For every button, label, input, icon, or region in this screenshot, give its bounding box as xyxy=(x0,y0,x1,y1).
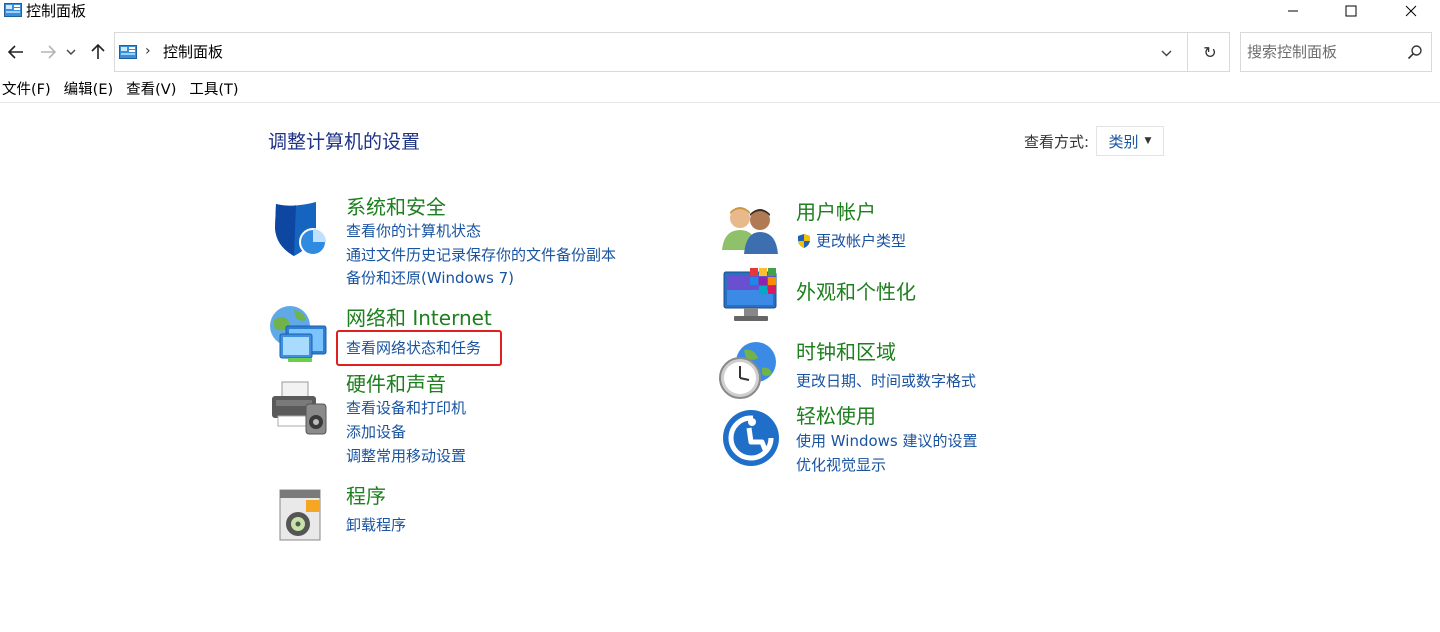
view-by-label: 查看方式: xyxy=(1024,133,1090,151)
link-change-date-time-format[interactable]: 更改日期、时间或数字格式 xyxy=(796,371,976,391)
close-button[interactable] xyxy=(1382,0,1440,22)
users-icon[interactable] xyxy=(720,200,780,260)
forward-arrow-icon xyxy=(41,45,56,59)
category-system-security[interactable]: 系统和安全 xyxy=(346,195,446,219)
window-title: 控制面板 xyxy=(26,2,87,20)
control-panel-icon xyxy=(119,45,137,59)
search-box[interactable] xyxy=(1240,32,1432,72)
clock-globe-icon[interactable] xyxy=(718,340,778,400)
chevron-down-icon xyxy=(66,49,76,55)
back-arrow-icon xyxy=(8,45,23,59)
address-dropdown-button[interactable] xyxy=(1155,43,1177,63)
network-icon[interactable] xyxy=(268,304,328,364)
maximize-icon xyxy=(1345,5,1357,17)
category-network-internet[interactable]: 网络和 Internet xyxy=(346,306,492,330)
menu-bar: 文件(F) 编辑(E) 查看(V) 工具(T) xyxy=(0,80,251,102)
link-devices-printers[interactable]: 查看设备和打印机 xyxy=(346,398,466,418)
programs-icon[interactable] xyxy=(272,484,332,544)
caret-down-icon: ▼ xyxy=(1144,136,1152,146)
control-panel-icon xyxy=(4,3,22,17)
forward-button[interactable] xyxy=(38,42,58,62)
link-backup-restore[interactable]: 备份和还原(Windows 7) xyxy=(346,268,514,288)
link-change-account-type[interactable]: 更改帐户类型 xyxy=(796,231,906,251)
up-button[interactable] xyxy=(88,42,108,62)
close-icon xyxy=(1405,5,1417,17)
title-bar: 控制面板 xyxy=(0,0,1440,22)
search-icon[interactable] xyxy=(1407,44,1423,60)
address-bar[interactable]: › 控制面板 ↻ xyxy=(114,32,1230,72)
refresh-button[interactable]: ↻ xyxy=(1199,41,1221,63)
view-by-dropdown[interactable]: 类别 ▼ xyxy=(1096,126,1164,156)
link-windows-suggested-settings[interactable]: 使用 Windows 建议的设置 xyxy=(796,431,978,451)
menu-tools[interactable]: 工具(T) xyxy=(188,80,238,102)
link-uninstall-program[interactable]: 卸载程序 xyxy=(346,515,406,535)
back-button[interactable] xyxy=(6,42,26,62)
category-appearance-personalization[interactable]: 外观和个性化 xyxy=(796,280,916,304)
category-ease-of-access[interactable]: 轻松使用 xyxy=(796,404,876,428)
monitor-icon[interactable] xyxy=(722,266,782,326)
breadcrumb[interactable]: 控制面板 xyxy=(163,42,223,62)
view-by-value: 类别 xyxy=(1108,132,1139,151)
link-mobility-settings[interactable]: 调整常用移动设置 xyxy=(346,446,466,466)
minimize-button[interactable] xyxy=(1264,0,1322,22)
highlight-box xyxy=(336,330,502,366)
menu-file[interactable]: 文件(F) xyxy=(0,80,51,102)
maximize-button[interactable] xyxy=(1322,0,1380,22)
accessibility-icon[interactable] xyxy=(722,408,782,468)
address-divider xyxy=(1187,33,1188,71)
uac-shield-icon xyxy=(798,234,810,248)
refresh-icon: ↻ xyxy=(1203,42,1217,62)
up-arrow-icon xyxy=(91,44,105,59)
menu-divider xyxy=(0,102,1440,103)
link-optimize-visual-display[interactable]: 优化视觉显示 xyxy=(796,455,886,475)
link-change-account-type-label: 更改帐户类型 xyxy=(816,232,907,250)
breadcrumb-separator[interactable]: › xyxy=(145,43,151,59)
search-input[interactable] xyxy=(1247,41,1397,63)
link-add-device[interactable]: 添加设备 xyxy=(346,422,406,442)
category-programs[interactable]: 程序 xyxy=(346,484,386,508)
menu-view[interactable]: 查看(V) xyxy=(125,80,176,102)
minimize-icon xyxy=(1288,10,1298,12)
link-view-computer-status[interactable]: 查看你的计算机状态 xyxy=(346,221,481,241)
recent-locations-button[interactable] xyxy=(64,42,78,62)
shield-icon[interactable] xyxy=(270,198,330,258)
page-title: 调整计算机的设置 xyxy=(268,131,421,153)
chevron-down-icon xyxy=(1161,50,1171,56)
navigation-row: › 控制面板 ↻ xyxy=(0,32,1440,72)
printer-icon[interactable] xyxy=(268,378,328,438)
category-clock-region[interactable]: 时钟和区域 xyxy=(796,340,896,364)
menu-edit[interactable]: 编辑(E) xyxy=(63,80,113,102)
link-file-history-backup[interactable]: 通过文件历史记录保存你的文件备份副本 xyxy=(346,245,616,265)
category-user-accounts[interactable]: 用户帐户 xyxy=(796,200,876,224)
category-hardware-sound[interactable]: 硬件和声音 xyxy=(346,372,446,396)
